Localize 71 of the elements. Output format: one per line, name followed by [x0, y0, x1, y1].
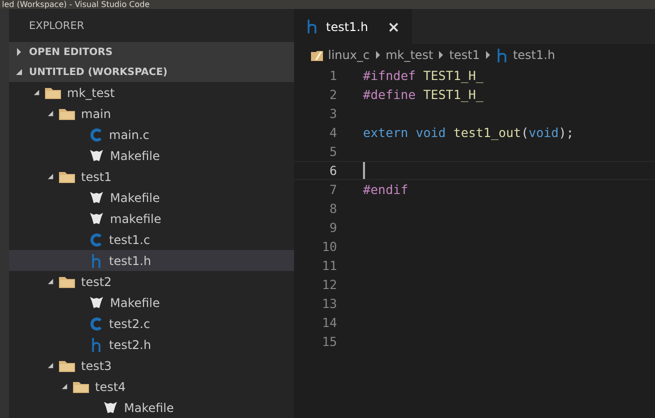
- tree-item[interactable]: test3: [9, 355, 294, 376]
- caret-icon: [61, 383, 68, 390]
- text-cursor: [363, 162, 365, 179]
- line-number: 13: [320, 296, 337, 311]
- caret-icon: [47, 173, 54, 180]
- code-line: extern void test1_out(void);: [363, 125, 574, 140]
- folder-icon: [73, 380, 89, 393]
- close-icon[interactable]: ×: [387, 18, 400, 36]
- line-number: 2: [328, 87, 337, 102]
- line-number: 6: [328, 163, 337, 178]
- section-header[interactable]: UNTITLED (WORKSPACE): [9, 62, 294, 82]
- tree-item[interactable]: test1.h: [9, 250, 294, 271]
- tree-item[interactable]: main.c: [9, 124, 294, 145]
- window-title: led (Workspace) - Visual Studio Code: [2, 0, 150, 9]
- tree-item[interactable]: test2.c: [9, 313, 294, 334]
- code-line: #endif: [363, 182, 408, 197]
- folder-icon: [59, 170, 75, 183]
- folder-icon: [45, 86, 61, 99]
- tree-item[interactable]: test1: [9, 166, 294, 187]
- caret-icon: [47, 362, 54, 369]
- tree-item[interactable]: test2: [9, 271, 294, 292]
- caret-icon: [15, 68, 23, 76]
- line-number: 4: [328, 125, 337, 140]
- breadcrumb-item[interactable]: test1: [449, 48, 480, 62]
- h-file-icon: [496, 48, 508, 62]
- caret-icon: [15, 48, 23, 56]
- chevron-icon: [486, 51, 490, 59]
- h-file-icon: [89, 254, 103, 268]
- section-header[interactable]: OPEN EDITORS: [9, 42, 294, 62]
- line-number: 7: [328, 182, 337, 197]
- breadcrumb-item[interactable]: mk_test: [386, 48, 434, 62]
- caret-icon: [33, 89, 40, 96]
- caret-icon: [47, 278, 54, 285]
- tree-item[interactable]: makefile: [9, 208, 294, 229]
- tree-item[interactable]: Makefile: [9, 292, 294, 313]
- tree-item[interactable]: Makefile: [9, 187, 294, 208]
- line-number: 3: [328, 106, 337, 121]
- line-number: 15: [320, 334, 337, 349]
- folder-icon: [59, 107, 75, 120]
- tree-item[interactable]: Makefile: [9, 397, 294, 418]
- line-number: 14: [320, 315, 337, 330]
- chevron-icon: [376, 51, 380, 59]
- line-number: 10: [320, 239, 337, 254]
- tree-item[interactable]: test2.h: [9, 334, 294, 355]
- breadcrumb-item[interactable]: linux_c: [328, 48, 370, 62]
- breadcrumb-item[interactable]: test1.h: [512, 48, 556, 62]
- h-file-icon: [306, 19, 318, 34]
- caret-icon: [47, 110, 54, 117]
- tree-item[interactable]: main: [9, 103, 294, 124]
- line-number: 12: [320, 277, 337, 292]
- c-file-icon: [89, 232, 103, 246]
- code-line: #ifndef TEST1_H_: [363, 68, 484, 83]
- line-number: 9: [328, 220, 337, 235]
- editor-tab[interactable]: test1.h ×: [294, 9, 412, 44]
- c-file-icon: [89, 316, 103, 330]
- line-number: 11: [320, 258, 337, 273]
- tree-item[interactable]: Makefile: [9, 145, 294, 166]
- explorer-title: EXPLORER: [29, 20, 84, 32]
- h-file-icon: [89, 338, 103, 352]
- line-number: 8: [328, 201, 337, 216]
- tree-item[interactable]: test1.c: [9, 229, 294, 250]
- chevron-icon: [439, 51, 444, 59]
- line-number: 1: [328, 68, 337, 83]
- c-file-icon: [89, 128, 103, 142]
- tree-item[interactable]: test4: [9, 376, 294, 397]
- tree-item[interactable]: mk_test: [9, 82, 294, 103]
- line-number: 5: [328, 144, 337, 159]
- folder-icon: [59, 359, 75, 372]
- code-line: #define TEST1_H_: [363, 87, 484, 102]
- folder-icon: [59, 275, 75, 288]
- folder-icon: [311, 49, 323, 61]
